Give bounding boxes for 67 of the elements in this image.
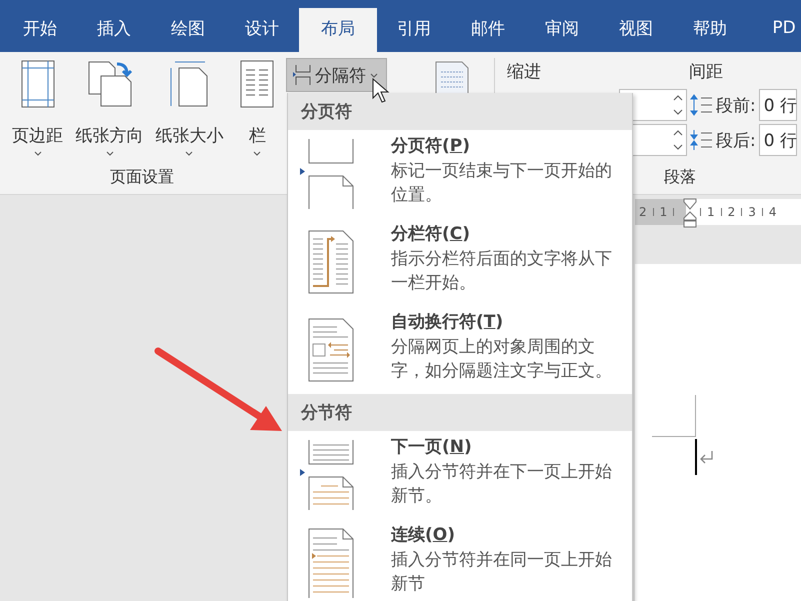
paragraph-mark-icon [698,450,714,464]
menu-item[interactable]: 分栏符(C) 指示分栏符后面的文字将从下一栏开始。 [288,218,632,306]
breaks-button[interactable]: 分隔符 [286,58,387,92]
columns-icon [240,60,274,108]
ribbon-tab[interactable]: 视图 [599,8,673,52]
caret-icon [106,151,114,156]
menu-item[interactable]: 分页符(P) 标记一页结束与下一页开始的位置。 [288,130,632,218]
spacing-field[interactable]: 0 行 [758,124,797,156]
menu-item[interactable]: 连续(O) 插入分节符并在同一页上开始新节 [288,519,632,601]
ribbon-button[interactable]: 栏 [230,60,284,160]
mouse-pointer-icon [372,78,392,104]
break-icon [293,64,311,86]
spacing-field-label: 段后: [716,130,756,152]
ruler-number: 2 [728,205,736,219]
menu-item-description: 插入分节符并在同一页上开始新节 [391,549,613,596]
ribbon-tab[interactable]: PD [747,8,801,52]
menu-item-description: 插入分节符并在下一页上开始新节。 [391,461,613,508]
ribbon-tab[interactable]: 插入 [77,8,151,52]
ruler-number: 1 [660,205,668,219]
ruler-number: 4 [768,205,777,219]
margins-icon [20,60,55,108]
ribbon-button[interactable]: 纸张大小 [150,60,229,160]
spacing-before-icon [689,94,713,116]
spacing-field[interactable]: 0 行 [758,89,797,121]
menu-section-header: 分页符 [288,93,632,130]
menu-item-title: 连续(O) [391,524,456,547]
menu-item-description: 分隔网页上的对象周围的文字，如分隔题注文字与正文。 [391,336,613,383]
caret-icon [34,151,42,156]
ribbon-tab[interactable]: 审阅 [525,8,599,52]
menu-item[interactable]: 自动换行符(T) 分隔网页上的对象周围的文字，如分隔题注文字与正文。 [288,306,632,394]
spacing-label: 间距 [689,61,724,84]
menu-item[interactable]: 下一页(N) 插入分节符并在下一页上开始新节。 [288,431,632,519]
indent-label: 缩进 [507,61,541,84]
menu-item-title: 分栏符(C) [391,223,472,246]
ribbon-tab[interactable]: 帮助 [673,8,747,52]
ruler-number: 2 [639,205,647,219]
menu-item-title: 下一页(N) [391,436,473,459]
ribbon-tab[interactable]: 绘图 [151,8,225,52]
caret-icon [253,151,262,156]
ribbon-tab[interactable]: 引用 [377,8,451,52]
document-icon [434,60,470,94]
caret-icon [185,151,194,156]
ruler-number: 1 [707,205,715,219]
paper-size-icon [169,60,210,108]
ribbon-button[interactable]: 页边距 [6,60,70,160]
group-label: 页面设置 [110,167,174,188]
ruler-number: 3 [748,205,756,219]
text-cursor [695,439,697,475]
ribbon-tab[interactable]: 设计 [225,8,299,52]
ribbon-button[interactable]: 纸张方向 [71,60,148,160]
spinner-icon [673,93,683,117]
menu-item-description: 标记一页结束与下一页开始的位置。 [391,160,613,207]
orientation-icon [86,60,132,108]
ribbon-tab[interactable]: 开始 [3,8,77,52]
spacing-after-icon [689,129,713,151]
corner-mark-icon [652,395,696,437]
menu-section-header: 分节符 [288,394,632,431]
ribbon-tab[interactable]: 布局 [299,8,377,52]
caret-icon [370,72,378,78]
spinner-icon [673,128,683,152]
menu-item-title: 自动换行符(T) [391,311,504,334]
group-label: 段落 [664,167,696,188]
menu-item-title: 分页符(P) [391,135,472,158]
menu-item-description: 指示分栏符后面的文字将从下一栏开始。 [391,248,613,295]
spacing-field-label: 段前: [716,94,756,116]
ribbon-tab[interactable]: 邮件 [451,8,525,52]
indent-marker-icon[interactable] [683,198,697,228]
